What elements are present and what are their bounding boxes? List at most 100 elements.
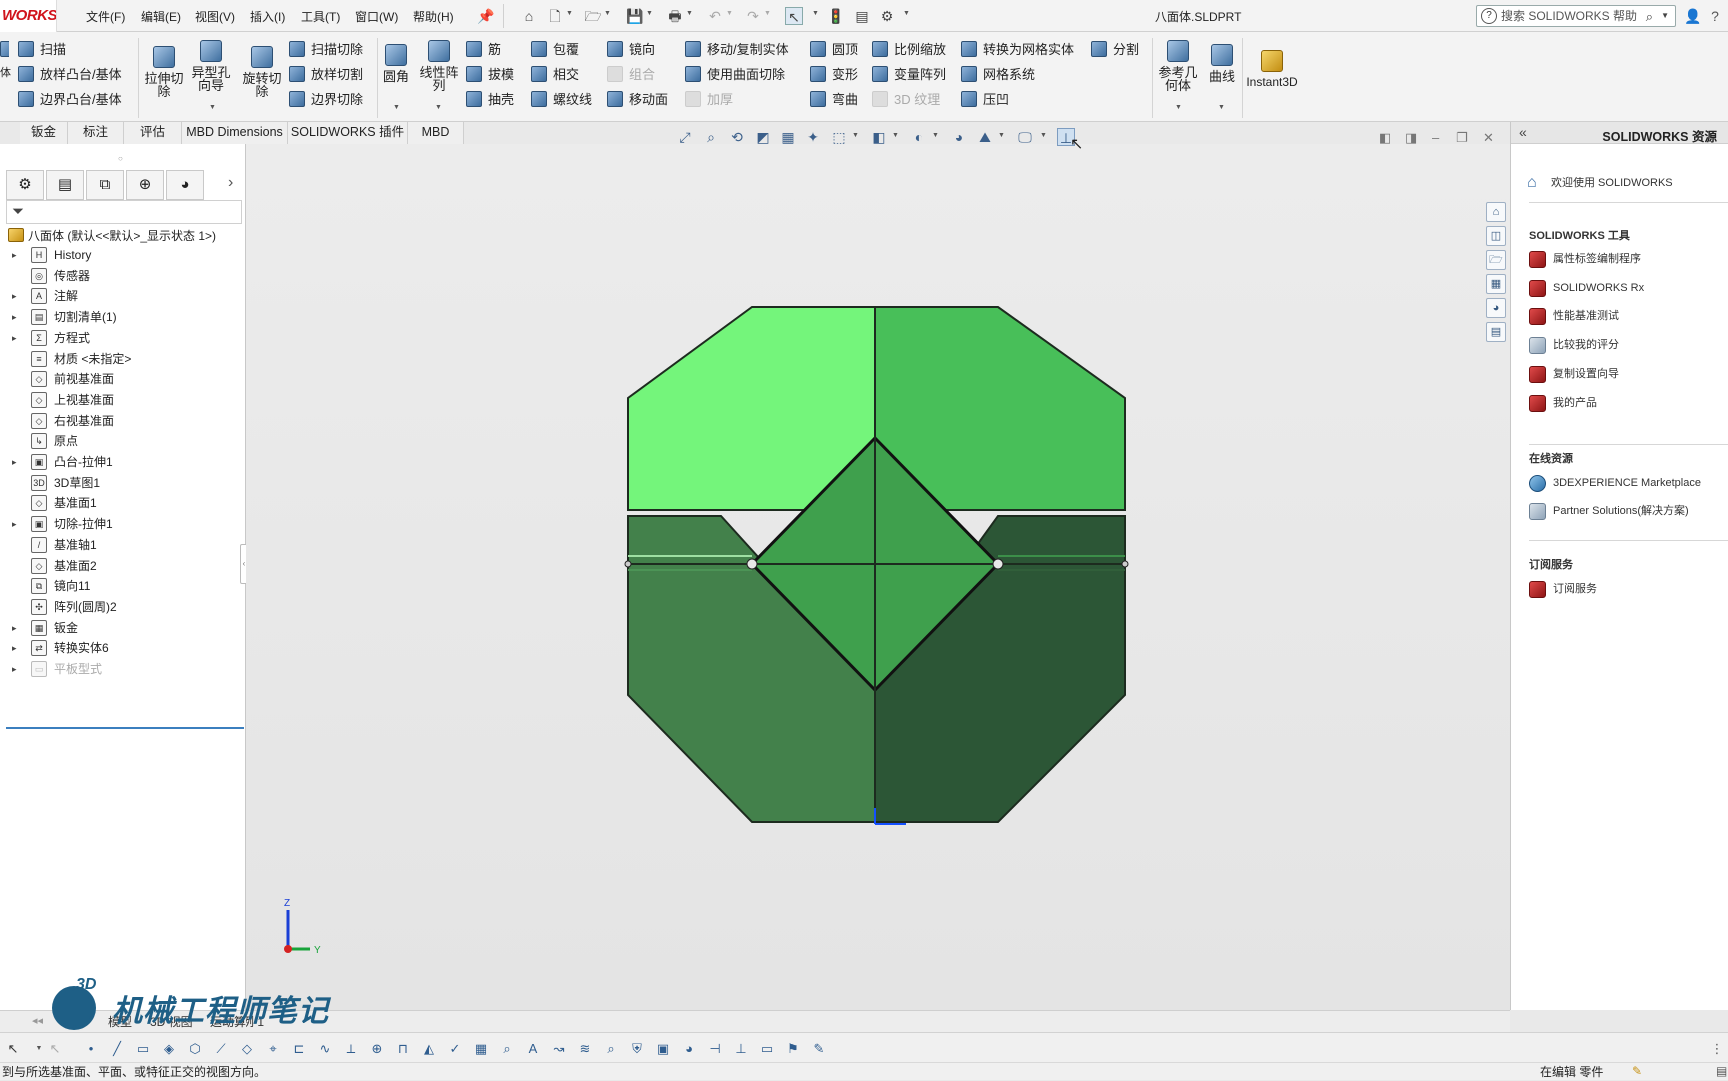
pattern-caret-icon[interactable]: ▼ <box>435 104 442 111</box>
tool-dome[interactable]: 圆顶 <box>810 39 858 61</box>
annotation-tool-icon[interactable]: ⚑ <box>784 1040 802 1058</box>
screen-capture-icon[interactable]: ▭ <box>758 1040 776 1058</box>
tree-item[interactable]: ▸ H History <box>0 245 236 265</box>
tool-surface-cut[interactable]: 使用曲面切除 <box>685 64 785 86</box>
point-tool-icon[interactable]: • <box>82 1040 100 1058</box>
tool-hole-wizard[interactable]: 异型孔向导 <box>188 40 234 92</box>
minimize-icon[interactable]: – <box>1432 130 1439 145</box>
dynamic-annotation-icon[interactable]: ▦ <box>779 128 797 146</box>
tool-3d-texture[interactable]: 3D 纹理 <box>872 89 940 111</box>
fillet-caret-icon[interactable]: ▼ <box>393 104 400 111</box>
view-orientation-icon[interactable]: ⬚ <box>830 128 848 146</box>
file-explorer-icon[interactable]: 🗁 <box>1486 250 1506 270</box>
extrude-tool-icon[interactable]: ◈ <box>160 1040 178 1058</box>
tile-left-icon[interactable]: ◧ <box>1379 130 1391 146</box>
tool-curves[interactable]: 曲线 <box>1206 44 1238 83</box>
expand-arrow-icon[interactable]: ▸ <box>12 514 22 534</box>
tool-thread[interactable]: 螺纹线 <box>531 89 592 111</box>
tab-mbd[interactable]: MBD <box>408 122 464 144</box>
tool-thicken[interactable]: 加厚 <box>685 89 733 111</box>
previous-view-icon[interactable]: ⟲ <box>728 128 746 146</box>
tool-indent[interactable]: 压凹 <box>961 89 1009 111</box>
tool-scale[interactable]: 比例缩放 <box>872 39 946 61</box>
graph-tool-icon[interactable]: ≋ <box>576 1040 594 1058</box>
curve-tool-icon[interactable]: ↝ <box>550 1040 568 1058</box>
ref-geom-caret-icon[interactable]: ▼ <box>1175 104 1182 111</box>
rectangle-tool-icon[interactable]: ▭ <box>134 1040 152 1058</box>
tool-move-copy-body[interactable]: 移动/复制实体 <box>685 39 789 61</box>
save-caret-icon[interactable]: ▼ <box>646 10 653 17</box>
coordinate-system-icon[interactable]: ⊏ <box>290 1040 308 1058</box>
axis-tool-icon[interactable]: ⟋ <box>212 1040 230 1058</box>
paint-icon[interactable]: ◭ <box>420 1040 438 1058</box>
tool-reference-geometry[interactable]: 参考几何体 <box>1156 40 1200 92</box>
tool-mesh-system[interactable]: 网格系统 <box>961 64 1035 86</box>
menu-edit[interactable]: 编辑(E) <box>141 8 181 25</box>
smart-dimension-icon[interactable]: ⊕ <box>368 1040 386 1058</box>
help-search-box[interactable]: ? 搜索 SOLIDWORKS 帮助 ⌕ ▼ <box>1476 5 1676 27</box>
point-ref-icon[interactable]: ⌖ <box>264 1040 282 1058</box>
collapse-double-chevron-icon[interactable]: « <box>1519 124 1527 140</box>
new-document-icon[interactable]: 🗋 <box>546 7 564 25</box>
measure-tool-icon[interactable]: ⟂ <box>342 1040 360 1058</box>
user-account-icon[interactable]: 👤 <box>1684 7 1702 25</box>
tool-rib[interactable]: 筋 <box>466 39 501 61</box>
sphere-tool-icon[interactable]: ◕ <box>680 1040 698 1058</box>
inspect-icon[interactable]: ⌕ <box>602 1040 620 1058</box>
expand-arrow-icon[interactable]: ▸ <box>12 245 22 265</box>
restore-icon[interactable]: ❐ <box>1456 130 1468 146</box>
plane-tool-icon[interactable]: ◇ <box>238 1040 256 1058</box>
tree-item[interactable]: ◇ 基准面2 <box>0 556 236 576</box>
macro-tool-icon[interactable]: ✎ <box>810 1040 828 1058</box>
close-icon[interactable]: ✕ <box>1483 130 1494 146</box>
tool-swept-cut[interactable]: 扫描切除 <box>289 39 363 61</box>
curves-caret-icon[interactable]: ▼ <box>1218 104 1225 111</box>
zoom-to-fit-icon[interactable]: ⤢ <box>676 128 694 146</box>
graphics-area[interactable]: Z Y <box>246 144 1510 1010</box>
tool-convert-to-mesh[interactable]: 转换为网格实体 <box>961 39 1074 61</box>
menu-view[interactable]: 视图(V) <box>195 8 235 25</box>
tab-evaluate[interactable]: 评估 <box>124 122 182 144</box>
expand-arrow-icon[interactable]: ▸ <box>12 307 22 327</box>
propertymanager-tab-icon[interactable]: ▤ <box>46 170 84 200</box>
tree-item[interactable]: ≡ 材质 <未指定> <box>0 349 236 369</box>
tool-boundary-cut[interactable]: 边界切除 <box>289 89 363 111</box>
tree-item[interactable]: ✣ 阵列(圆周)2 <box>0 597 236 617</box>
open-caret-icon[interactable]: ▼ <box>604 10 611 17</box>
select-arrow-icon[interactable]: ↖ <box>785 7 803 25</box>
panel-grip[interactable]: ○ <box>118 154 123 163</box>
tree-item[interactable]: ▸ ▦ 钣金 <box>0 618 236 638</box>
tool-deform[interactable]: 变形 <box>810 64 858 86</box>
tool-split[interactable]: 分割 <box>1091 39 1139 61</box>
save-icon[interactable]: 💾 <box>626 7 644 25</box>
menu-window[interactable]: 窗口(W) <box>355 8 398 25</box>
cube-tool-icon[interactable]: ⬡ <box>186 1040 204 1058</box>
tree-item[interactable]: ⧉ 镜向11 <box>0 576 236 596</box>
tool-boundary-boss[interactable]: 边界凸台/基体 <box>18 89 122 111</box>
tree-item[interactable]: ◇ 上视基准面 <box>0 390 236 410</box>
new-caret-icon[interactable]: ▼ <box>566 10 573 17</box>
search-dropdown-icon[interactable]: ▼ <box>1661 6 1669 26</box>
hole-wizard-caret-icon[interactable]: ▼ <box>209 104 216 111</box>
file-properties-icon[interactable]: ▤ <box>853 7 871 25</box>
edit-appearance-icon[interactable]: ◕ <box>950 128 968 146</box>
overflow-icon[interactable]: ⋮ <box>1708 1040 1726 1058</box>
chevron-right-icon[interactable]: › <box>228 174 233 192</box>
select-tool-icon[interactable]: ↖ <box>4 1040 22 1058</box>
tool-lofted-cut[interactable]: 放样切割 <box>289 64 363 86</box>
featuremanager-tab-icon[interactable]: ⚙ <box>6 170 44 200</box>
tree-item[interactable]: 3D 3D草图1 <box>0 473 236 493</box>
view-settings-caret-icon[interactable]: ▼ <box>1040 132 1047 139</box>
tree-item[interactable]: / 基准轴1 <box>0 535 236 555</box>
tab-mbd-dimensions[interactable]: MBD Dimensions <box>182 122 288 144</box>
custom-properties-icon[interactable]: ▤ <box>1486 322 1506 342</box>
tree-item[interactable]: ▸ A 注解 <box>0 286 236 306</box>
tool-intersect[interactable]: 相交 <box>531 64 579 86</box>
tool-move-face[interactable]: 移动面 <box>607 89 668 111</box>
tree-item[interactable]: ▸ ▣ 凸台-拉伸1 <box>0 452 236 472</box>
undo-icon[interactable]: ↶ <box>706 7 724 25</box>
tree-item[interactable]: ▸ ⇄ 转换实体6 <box>0 638 236 658</box>
view-settings-icon[interactable]: 🖵 <box>1016 128 1034 146</box>
display-style-icon[interactable]: ◧ <box>870 128 888 146</box>
check-icon[interactable]: ✓ <box>446 1040 464 1058</box>
